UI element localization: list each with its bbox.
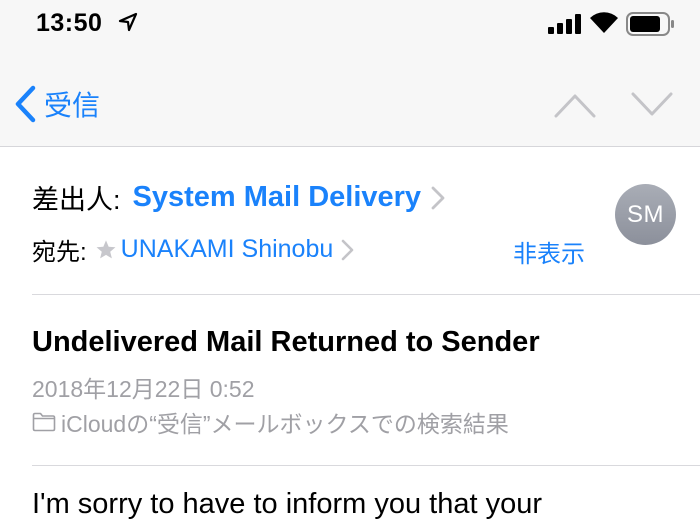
status-bar: 13:50 — [0, 0, 700, 52]
to-label: 宛先: — [32, 239, 87, 266]
sender-row: 差出人: System Mail Delivery — [32, 178, 445, 217]
star-icon — [96, 239, 116, 258]
message-date: 2018年12月22日 0:52 — [32, 376, 255, 402]
message-subject: Undelivered Mail Returned to Sender — [32, 326, 540, 358]
avatar[interactable]: SM — [615, 184, 676, 245]
wifi-icon — [590, 12, 618, 33]
folder-text: iCloudの“受信”メールボックスでの検索結果 — [61, 411, 509, 437]
chevron-up-icon[interactable] — [554, 92, 596, 118]
status-time: 13:50 — [36, 9, 103, 37]
folder-icon — [32, 412, 56, 432]
divider — [32, 294, 700, 295]
recipient-name-link[interactable]: UNAKAMI Shinobu — [121, 235, 334, 264]
chevron-right-icon[interactable] — [431, 186, 445, 210]
recipient-row: 宛先: UNAKAMI Shinobu — [32, 232, 354, 267]
from-label: 差出人: — [32, 185, 121, 215]
battery-icon — [626, 12, 674, 36]
hide-details-button[interactable]: 非表示 — [513, 234, 585, 269]
folder-info: iCloudの“受信”メールボックスでの検索結果 — [32, 405, 509, 439]
chevron-left-icon — [15, 85, 36, 123]
sender-name-link[interactable]: System Mail Delivery — [133, 181, 422, 214]
message-body: I'm sorry to have to inform you that you… — [32, 488, 543, 520]
chevron-right-icon[interactable] — [341, 239, 354, 261]
back-label: 受信 — [44, 90, 101, 121]
signal-bars-icon — [548, 14, 581, 34]
divider — [32, 465, 700, 466]
chevron-down-icon[interactable] — [631, 92, 673, 118]
navigation-bar: 受信 — [0, 52, 700, 147]
back-button[interactable]: 受信 — [14, 82, 100, 126]
avatar-initials: SM — [627, 200, 664, 228]
location-arrow-icon — [118, 12, 138, 32]
